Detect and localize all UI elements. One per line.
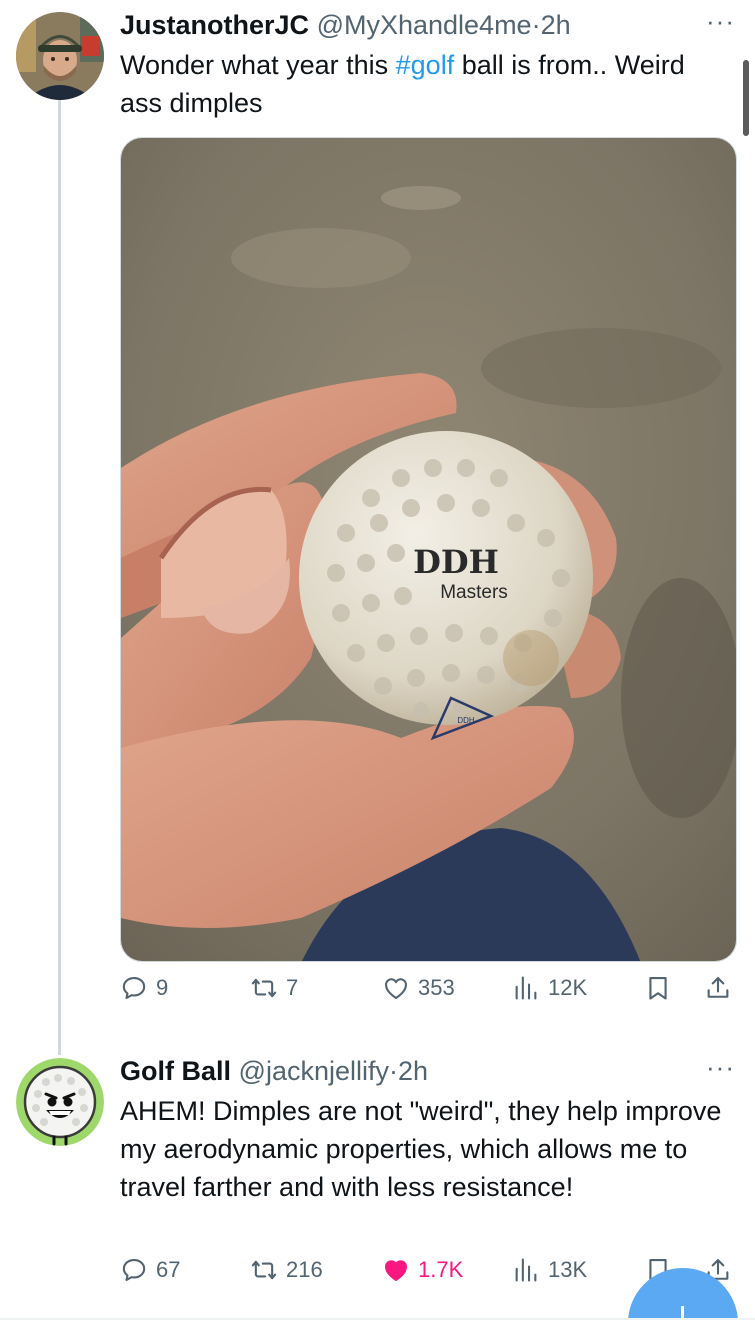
avatar-photo: [16, 12, 104, 100]
tweet-original[interactable]: JustanotherJC @MyXhandle4me·2h ··· Wonde…: [0, 0, 755, 1050]
views-count: 13K: [548, 1257, 588, 1282]
header-separator: ·: [388, 1056, 398, 1086]
author-name[interactable]: Golf Ball: [120, 1056, 231, 1086]
tweet-text: AHEM! Dimples are not "weird", they help…: [120, 1096, 722, 1202]
repost-button[interactable]: 7: [250, 974, 298, 1002]
reply-count: 9: [156, 975, 169, 1000]
like-count: 1.7K: [418, 1257, 464, 1282]
timestamp[interactable]: 2h: [398, 1056, 428, 1086]
tweet-reply[interactable]: Golf Ball @jacknjellify·2h ··· AHEM! Dim…: [0, 1050, 755, 1320]
views-count: 12K: [548, 975, 588, 1000]
reply-button[interactable]: 67: [120, 1256, 180, 1284]
more-options-icon[interactable]: ···: [706, 6, 735, 37]
speech-bubble-icon: [122, 1259, 146, 1281]
golf-ball-photo: DDH Masters DDH: [121, 138, 736, 961]
repost-arrows-icon: [251, 978, 277, 998]
bar-chart-icon: [515, 1258, 537, 1282]
timestamp[interactable]: 2h: [541, 10, 571, 40]
reply-count: 67: [156, 1257, 181, 1282]
bookmark-icon: [649, 977, 667, 1000]
tweet-media-photo[interactable]: DDH Masters DDH: [120, 137, 737, 962]
header-separator: ·: [531, 10, 541, 40]
ball-brand-text: DDH: [413, 543, 499, 581]
hashtag-link[interactable]: #golf: [396, 50, 455, 80]
heart-filled-icon: [385, 1260, 407, 1281]
like-count: 353: [418, 975, 455, 1000]
tweet-text-part: Wonder what year this: [120, 50, 396, 80]
views-button[interactable]: 12K: [512, 974, 587, 1002]
author-handle[interactable]: @jacknjellify: [239, 1056, 389, 1086]
bookmark-button[interactable]: [644, 974, 672, 1002]
ball-logo-text: DDH: [457, 716, 475, 725]
heart-icon: [385, 978, 407, 999]
tweet-header: JustanotherJC @MyXhandle4me·2h ···: [120, 6, 735, 50]
avatar-justanotherjc[interactable]: [16, 12, 104, 100]
avatar-golf-ball[interactable]: [16, 1058, 104, 1146]
like-button[interactable]: 353: [382, 974, 455, 1002]
tweet-action-bar: 9 7 353 12K: [120, 974, 740, 1014]
reply-button[interactable]: 9: [120, 974, 168, 1002]
repost-count: 216: [286, 1257, 323, 1282]
share-upload-icon: [707, 977, 729, 998]
like-button-active[interactable]: 1.7K: [382, 1256, 463, 1284]
repost-button[interactable]: 216: [250, 1256, 323, 1284]
bar-chart-icon: [515, 976, 537, 1000]
tweet-header: Golf Ball @jacknjellify·2h ···: [120, 1052, 735, 1096]
more-options-icon[interactable]: ···: [706, 1052, 735, 1083]
golf-ball-character-avatar: [16, 1058, 104, 1146]
author-handle[interactable]: @MyXhandle4me: [317, 10, 532, 40]
views-button[interactable]: 13K: [512, 1256, 587, 1284]
repost-count: 7: [286, 975, 299, 1000]
speech-bubble-icon: [122, 977, 146, 999]
ball-model-text: Masters: [440, 582, 508, 603]
tweet-text: Wonder what year this #golf ball is from…: [120, 46, 731, 122]
share-button[interactable]: [704, 974, 732, 1002]
repost-arrows-icon: [251, 1260, 277, 1280]
author-name[interactable]: JustanotherJC: [120, 10, 309, 40]
